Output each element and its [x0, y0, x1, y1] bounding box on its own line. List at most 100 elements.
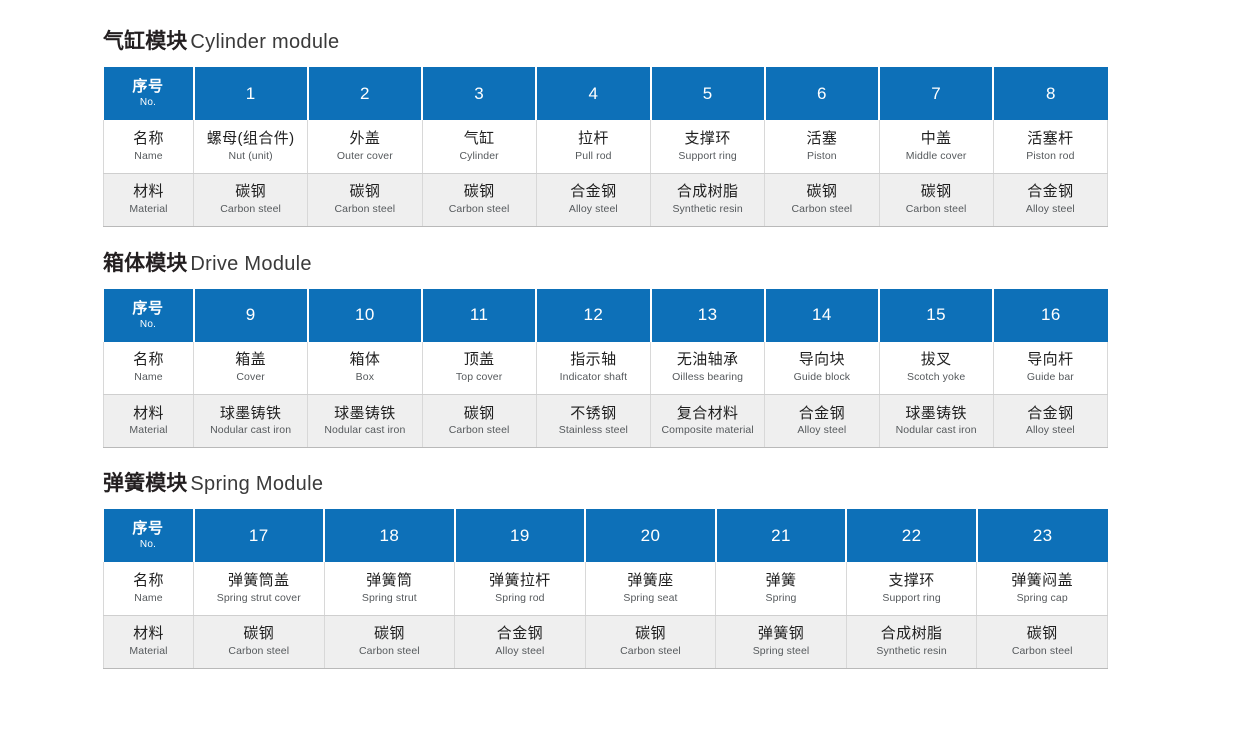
cell-no: 11: [422, 288, 538, 342]
cell-no: 17: [193, 509, 326, 563]
table-row-material: 材料 Material 碳钢 Carbon steel 碳钢 Carbon stee…: [103, 615, 1108, 669]
row-label-name-en: Name: [134, 591, 163, 604]
cell-material: 弹簧钢 Spring steel: [715, 615, 847, 669]
part-material-zh: 弹簧钢: [757, 625, 805, 643]
part-name-en: Support ring: [678, 149, 737, 162]
part-name-zh: 螺母(组合件): [206, 129, 295, 147]
cell-name: 活塞杆 Piston rod: [993, 120, 1109, 174]
cell-no: 22: [846, 509, 978, 563]
cell-name: 外盖 Outer cover: [307, 120, 423, 174]
part-material-zh: 碳钢: [463, 404, 495, 422]
cell-material: 球墨铸铁 Nodular cast iron: [879, 394, 994, 449]
row-label-no-en: No.: [139, 97, 157, 109]
cell-no: 12: [536, 288, 652, 342]
part-material-en: Nodular cast iron: [324, 424, 406, 437]
part-number: 19: [510, 526, 530, 545]
part-material-zh: 碳钢: [806, 183, 838, 201]
part-number: 11: [469, 305, 489, 325]
cell-no: 10: [307, 288, 424, 342]
cell-material: 碳钢 Carbon steel: [879, 173, 994, 227]
cell-name: 导向块 Guide block: [764, 341, 880, 396]
cell-no: 9: [193, 288, 309, 342]
cell-material: 合金钢 Alloy steel: [993, 394, 1109, 449]
parts-table-drive-module: 序号 No. 9 10 11 12 13 14 15 16 名称 Name 箱盖…: [103, 288, 1109, 449]
part-name-en: Guide block: [793, 371, 851, 384]
row-label-no: 序号 No.: [103, 509, 195, 563]
section-heading-en: Cylinder module: [190, 31, 340, 53]
part-material-zh: 碳钢: [349, 183, 381, 201]
cell-no: 21: [715, 509, 848, 563]
part-name-en: Pull rod: [575, 149, 612, 162]
cell-material: 碳钢 Carbon steel: [324, 615, 456, 669]
cell-material: 合成树脂 Synthetic resin: [846, 615, 978, 669]
cell-name: 弹簧闷盖 Spring cap: [976, 562, 1108, 616]
part-material-en: Synthetic resin: [672, 202, 743, 215]
part-number: 9: [245, 305, 256, 325]
cell-name: 弹簧筒 Spring strut: [324, 562, 456, 616]
table-row-no: 序号 No. 1 2 3 4 5 6 7 8: [103, 67, 1108, 121]
section-cylinder-module: 气缸模块 Cylinder module 序号 No. 1 2 3 4 5 6 7: [103, 0, 1109, 227]
part-name-en: Piston rod: [1026, 149, 1075, 162]
part-material-en: Alloy steel: [1025, 424, 1075, 437]
part-material-en: Carbon steel: [228, 645, 290, 658]
cell-name: 螺母(组合件) Nut (unit): [193, 120, 309, 174]
section-drive-module: 箱体模块 Drive Module 序号 No. 9 10 11 12 13 14…: [103, 227, 1109, 449]
part-number: 8: [1045, 83, 1056, 103]
row-label-material-en: Material: [129, 202, 168, 215]
part-material-en: Carbon steel: [905, 202, 967, 215]
cell-no: 7: [879, 67, 995, 121]
row-label-no: 序号 No.: [103, 288, 195, 342]
cell-material: 碳钢 Carbon steel: [307, 173, 423, 227]
part-name-en: Cylinder: [459, 149, 499, 162]
row-label-no-zh: 序号: [132, 78, 164, 96]
cell-material: 碳钢 Carbon steel: [193, 615, 325, 669]
part-material-zh: 不锈钢: [570, 404, 617, 422]
part-name-en: Piston: [806, 149, 837, 162]
part-material-en: Carbon steel: [620, 645, 681, 658]
cell-material: 合金钢 Alloy steel: [536, 173, 652, 227]
part-number: 23: [1032, 526, 1053, 545]
part-material-zh: 碳钢: [243, 625, 275, 643]
part-name-en: Guide bar: [1026, 371, 1074, 384]
cell-name: 箱盖 Cover: [193, 341, 309, 396]
cell-no: 3: [422, 67, 538, 121]
row-label-no-en: No.: [139, 539, 157, 551]
part-material-zh: 碳钢: [1026, 625, 1058, 643]
part-material-en: Alloy steel: [797, 424, 847, 437]
parts-table-cylinder-module: 序号 No. 1 2 3 4 5 6 7 8 名称 Name 螺母(组合件) N…: [103, 67, 1109, 227]
part-material-zh: 碳钢: [373, 625, 405, 643]
cell-no: 14: [764, 288, 881, 342]
part-number: 18: [379, 526, 400, 545]
part-name-en: Nut (unit): [228, 149, 273, 162]
part-name-zh: 指示轴: [570, 351, 617, 369]
cell-name: 无油轴承 Oilless bearing: [650, 341, 766, 396]
row-label-no-zh: 序号: [132, 520, 164, 538]
part-material-zh: 合金钢: [1027, 183, 1074, 201]
part-name-en: Spring strut: [361, 591, 417, 604]
table-row-no: 序号 No. 9 10 11 12 13 14 15 16: [103, 288, 1108, 342]
cell-material: 碳钢 Carbon steel: [422, 394, 537, 449]
row-label-no-en: No.: [139, 318, 157, 330]
cell-name: 弹簧筒盖 Spring strut cover: [193, 562, 325, 616]
part-name-en: Outer cover: [336, 149, 393, 162]
section-heading: 箱体模块 Drive Module: [103, 252, 1108, 275]
table-row-name: 名称 Name 弹簧筒盖 Spring strut cover 弹簧筒 Spring…: [103, 562, 1108, 616]
cell-no: 6: [764, 67, 881, 121]
part-material-zh: 碳钢: [920, 183, 952, 201]
part-material-zh: 碳钢: [463, 183, 495, 201]
part-material-en: Carbon steel: [448, 202, 510, 215]
cell-no: 19: [454, 509, 587, 563]
part-number: 5: [702, 83, 713, 103]
cell-name: 支撑环 Support ring: [650, 120, 766, 174]
part-material-zh: 合成树脂: [676, 183, 739, 201]
part-number: 16: [1041, 305, 1061, 325]
cell-material: 碳钢 Carbon steel: [193, 173, 309, 227]
row-label-name-zh: 名称: [133, 129, 164, 147]
part-name-zh: 弹簧筒盖: [227, 572, 290, 590]
part-name-zh: 弹簧: [765, 572, 797, 590]
part-name-en: Spring strut cover: [216, 591, 301, 604]
table-row-name: 名称 Name 螺母(组合件) Nut (unit) 外盖 Outer cover …: [103, 120, 1109, 174]
part-number: 7: [931, 83, 942, 103]
part-number: 20: [640, 526, 661, 545]
section-heading-zh: 箱体模块: [103, 251, 188, 275]
